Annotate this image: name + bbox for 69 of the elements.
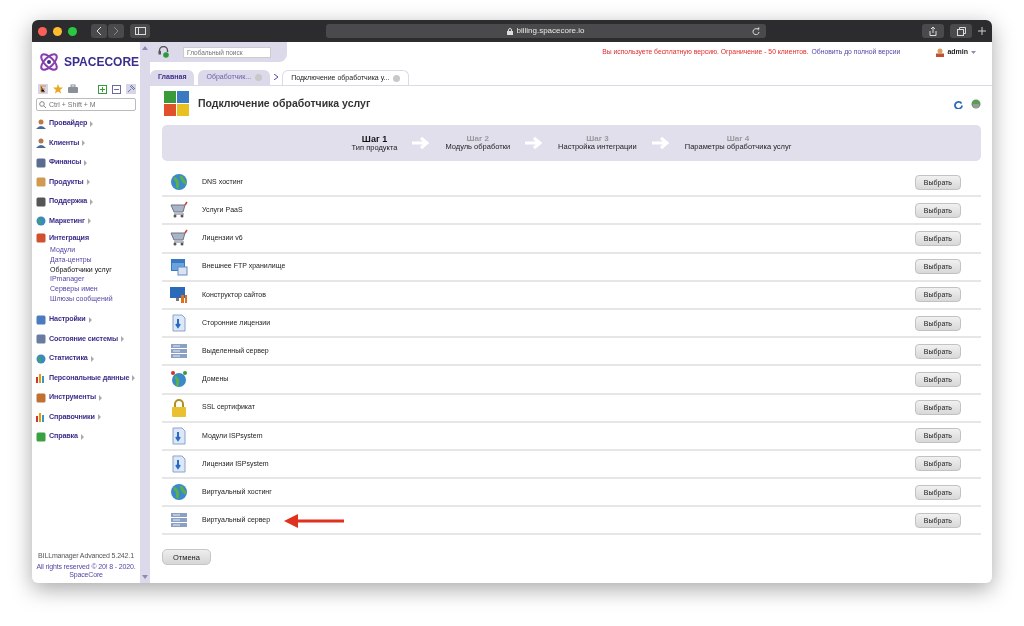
step-number: Шаг 4: [725, 134, 750, 144]
person-icon: [36, 118, 46, 129]
bar-chart-icon: [36, 412, 46, 423]
tabs-icon: [956, 26, 966, 36]
star-icon[interactable]: [53, 84, 63, 94]
expand-icon[interactable]: [98, 84, 107, 94]
caret-icon[interactable]: [84, 159, 88, 166]
caret-icon: [971, 50, 976, 54]
new-tab-icon[interactable]: [978, 27, 986, 35]
arrow-icon: [524, 136, 545, 150]
globe-icon: [36, 216, 46, 227]
server-icon: [170, 342, 188, 361]
scroll-down-icon[interactable]: [142, 575, 148, 579]
sidebar-button[interactable]: [130, 24, 150, 38]
search-icon: [39, 101, 46, 108]
sidebar-icon: [134, 27, 146, 35]
document-icon: [170, 454, 188, 473]
back-button[interactable]: [91, 24, 107, 38]
user-icon: [936, 47, 945, 57]
share-icon: [929, 26, 937, 36]
scroll-up-icon[interactable]: [142, 46, 148, 50]
person-icon: [36, 138, 46, 149]
reload-icon[interactable]: [752, 27, 760, 35]
window-icon: [170, 257, 188, 276]
caret-icon[interactable]: [132, 375, 136, 382]
globe-network-icon: [170, 370, 188, 389]
tree-icon[interactable]: [38, 84, 48, 94]
caret-icon[interactable]: [80, 433, 84, 440]
padlock-icon: [170, 398, 188, 417]
document-icon: [170, 426, 188, 445]
lock-icon: [507, 27, 514, 35]
chevron-icon: [274, 74, 279, 80]
caret-icon[interactable]: [98, 394, 102, 401]
cart-icon: [170, 201, 188, 220]
server-icon: [170, 511, 188, 530]
collapse-icon[interactable]: [112, 84, 121, 94]
globe-icon: [170, 483, 188, 502]
bar-chart-icon: [36, 373, 46, 384]
cart-icon: [170, 229, 188, 248]
caret-icon[interactable]: [97, 414, 101, 421]
logo-text: SPACECORE: [64, 54, 140, 71]
step-number: Шаг 3: [586, 134, 610, 144]
caret-icon[interactable]: [87, 218, 91, 225]
briefcase-icon[interactable]: [68, 84, 78, 94]
page-title: Подключение обработчика услуг: [198, 96, 371, 112]
globe-icon: [36, 353, 46, 364]
caret-icon[interactable]: [90, 120, 94, 127]
caret-icon[interactable]: [82, 140, 86, 147]
address-field[interactable]: billing.spacecore.io: [516, 25, 585, 37]
globe-icon[interactable]: [971, 99, 981, 109]
document-icon: [170, 314, 188, 333]
arrow-icon: [411, 136, 432, 150]
chevron-left-icon: [96, 27, 102, 35]
pin-icon[interactable]: [126, 84, 136, 94]
caret-icon[interactable]: [120, 336, 124, 343]
step-number: Шаг 1: [360, 133, 389, 144]
globe-icon: [170, 173, 188, 192]
caret-icon[interactable]: [88, 316, 92, 323]
share-button[interactable]: [922, 24, 944, 38]
tabs-button[interactable]: [950, 24, 972, 38]
arrow-icon: [650, 136, 671, 150]
step-number: Шаг 2: [465, 134, 489, 144]
chevron-right-icon: [113, 27, 119, 35]
refresh-icon[interactable]: [954, 99, 963, 109]
caret-icon[interactable]: [90, 198, 94, 205]
caret-icon[interactable]: [86, 179, 90, 186]
close-icon[interactable]: [393, 74, 401, 82]
caret-icon[interactable]: [90, 355, 94, 362]
atom-logo-icon: [38, 51, 60, 73]
